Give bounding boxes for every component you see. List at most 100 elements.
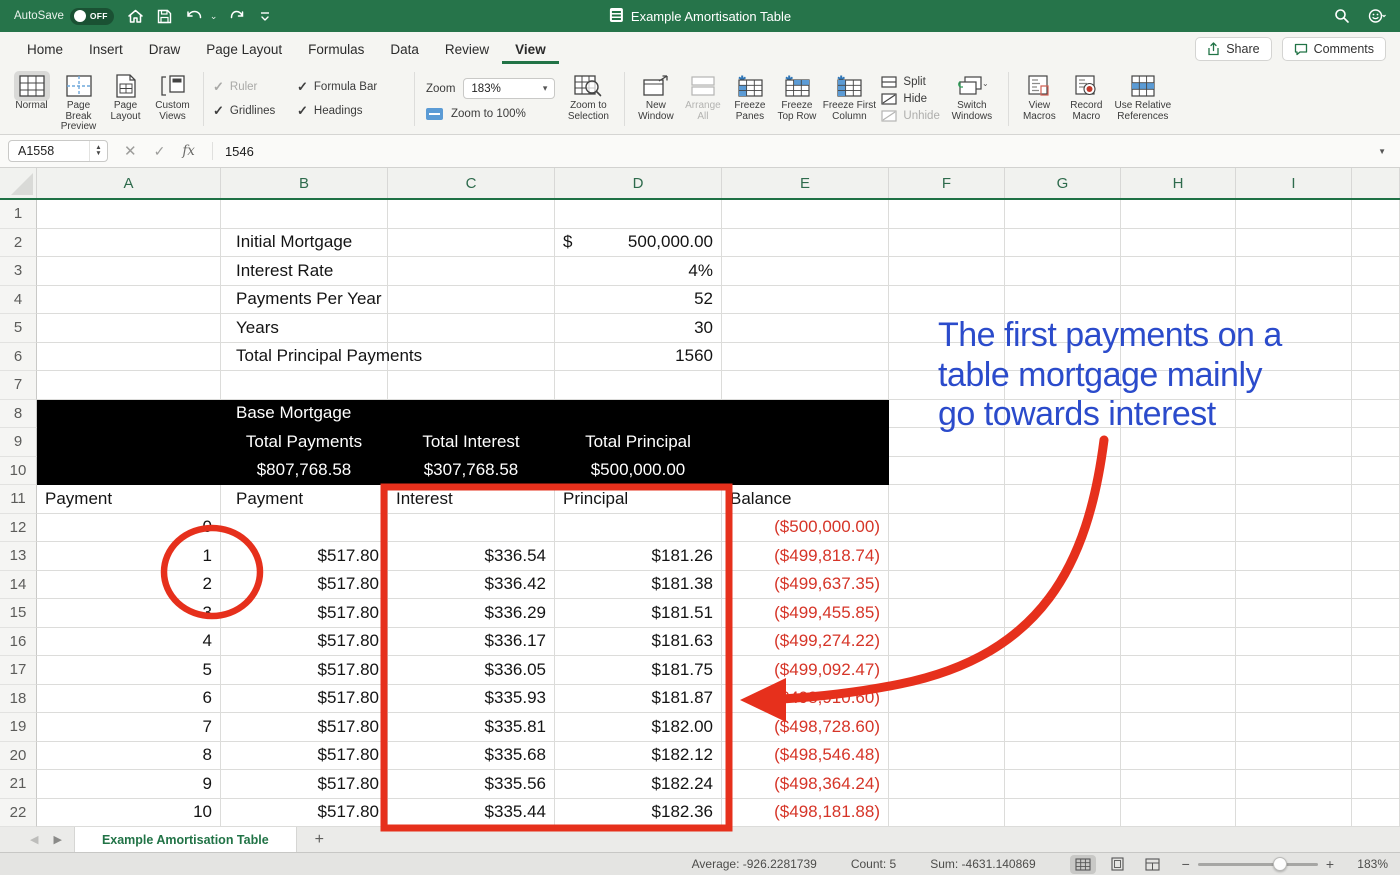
- cell-E20[interactable]: ($498,546.48): [722, 742, 889, 771]
- cell-J21[interactable]: [1352, 770, 1400, 799]
- cell-J5[interactable]: [1352, 314, 1400, 343]
- cell-C15[interactable]: $336.29: [388, 599, 555, 628]
- cell-H19[interactable]: [1121, 713, 1236, 742]
- zoom-in-icon[interactable]: +: [1326, 856, 1334, 872]
- cell-D21[interactable]: $182.24: [555, 770, 722, 799]
- cell-I2[interactable]: [1236, 229, 1352, 258]
- cell-J15[interactable]: [1352, 599, 1400, 628]
- cell-F22[interactable]: [889, 799, 1005, 828]
- cell-D14[interactable]: $181.38: [555, 571, 722, 600]
- cell-C18[interactable]: $335.93: [388, 685, 555, 714]
- col-header-I[interactable]: I: [1236, 168, 1352, 198]
- cell-D10[interactable]: $500,000.00: [555, 457, 722, 486]
- row-header-8[interactable]: 8: [0, 400, 37, 429]
- normal-view-button[interactable]: Normal: [8, 69, 55, 112]
- cell-F16[interactable]: [889, 628, 1005, 657]
- col-header-G[interactable]: G: [1005, 168, 1121, 198]
- row-header-12[interactable]: 12: [0, 514, 37, 543]
- cell-G2[interactable]: [1005, 229, 1121, 258]
- home-icon[interactable]: [127, 8, 144, 24]
- cell-E3[interactable]: [722, 257, 889, 286]
- cell-E11[interactable]: Balance: [722, 485, 889, 514]
- col-header-B[interactable]: B: [221, 168, 388, 198]
- col-header-E[interactable]: E: [722, 168, 889, 198]
- cell-A9[interactable]: [37, 428, 221, 457]
- cell-J10[interactable]: [1352, 457, 1400, 486]
- cell-A18[interactable]: 6: [37, 685, 221, 714]
- cell-I15[interactable]: [1236, 599, 1352, 628]
- cell-B18[interactable]: $517.80: [221, 685, 388, 714]
- cell-J20[interactable]: [1352, 742, 1400, 771]
- tab-home[interactable]: Home: [14, 34, 76, 64]
- new-window-button[interactable]: New Window: [632, 69, 679, 122]
- cell-I3[interactable]: [1236, 257, 1352, 286]
- row-header-20[interactable]: 20: [0, 742, 37, 771]
- row-header-2[interactable]: 2: [0, 229, 37, 258]
- undo-caret-icon[interactable]: ⌄: [210, 11, 218, 22]
- cell-D20[interactable]: $182.12: [555, 742, 722, 771]
- cell-F10[interactable]: [889, 457, 1005, 486]
- cell-E21[interactable]: ($498,364.24): [722, 770, 889, 799]
- insert-function-icon[interactable]: fx: [182, 143, 195, 159]
- cell-F3[interactable]: [889, 257, 1005, 286]
- search-icon[interactable]: [1334, 8, 1350, 24]
- tab-page-layout[interactable]: Page Layout: [193, 34, 295, 64]
- cell-I4[interactable]: [1236, 286, 1352, 315]
- ruler-checkbox[interactable]: ✓Ruler: [213, 75, 297, 99]
- cell-H3[interactable]: [1121, 257, 1236, 286]
- cell-C4[interactable]: [388, 286, 555, 315]
- row-header-7[interactable]: 7: [0, 371, 37, 400]
- page-break-status-icon[interactable]: [1140, 855, 1166, 874]
- cell-F2[interactable]: [889, 229, 1005, 258]
- cell-B19[interactable]: $517.80: [221, 713, 388, 742]
- cell-D19[interactable]: $182.00: [555, 713, 722, 742]
- row-header-3[interactable]: 3: [0, 257, 37, 286]
- cell-I18[interactable]: [1236, 685, 1352, 714]
- cell-D3[interactable]: 4%: [555, 257, 722, 286]
- cell-I13[interactable]: [1236, 542, 1352, 571]
- cell-A17[interactable]: 5: [37, 656, 221, 685]
- row-header-22[interactable]: 22: [0, 799, 37, 828]
- cell-E19[interactable]: ($498,728.60): [722, 713, 889, 742]
- cell-J19[interactable]: [1352, 713, 1400, 742]
- cell-H15[interactable]: [1121, 599, 1236, 628]
- cell-E1[interactable]: [722, 200, 889, 229]
- zoom-out-icon[interactable]: −: [1182, 856, 1190, 872]
- cell-H2[interactable]: [1121, 229, 1236, 258]
- cell-D22[interactable]: $182.36: [555, 799, 722, 828]
- cell-I12[interactable]: [1236, 514, 1352, 543]
- split-button[interactable]: Split: [881, 76, 939, 88]
- tab-formulas[interactable]: Formulas: [295, 34, 377, 64]
- cell-D2[interactable]: $500,000.00: [555, 229, 722, 258]
- cell-D4[interactable]: 52: [555, 286, 722, 315]
- cell-E18[interactable]: ($498,910.60): [722, 685, 889, 714]
- cell-F20[interactable]: [889, 742, 1005, 771]
- use-relative-references-button[interactable]: Use Relative References: [1110, 69, 1176, 122]
- cell-D16[interactable]: $181.63: [555, 628, 722, 657]
- cell-A11[interactable]: Payment: [37, 485, 221, 514]
- cell-A1[interactable]: [37, 200, 221, 229]
- cell-I20[interactable]: [1236, 742, 1352, 771]
- confirm-entry-icon[interactable]: ✓: [154, 143, 166, 160]
- cell-E4[interactable]: [722, 286, 889, 315]
- cell-H17[interactable]: [1121, 656, 1236, 685]
- cell-E16[interactable]: ($499,274.22): [722, 628, 889, 657]
- cell-I19[interactable]: [1236, 713, 1352, 742]
- cell-E12[interactable]: ($500,000.00): [722, 514, 889, 543]
- cell-C14[interactable]: $336.42: [388, 571, 555, 600]
- cell-F4[interactable]: [889, 286, 1005, 315]
- cell-E13[interactable]: ($499,818.74): [722, 542, 889, 571]
- cell-F15[interactable]: [889, 599, 1005, 628]
- cell-J22[interactable]: [1352, 799, 1400, 828]
- cell-E17[interactable]: ($499,092.47): [722, 656, 889, 685]
- switch-windows-button[interactable]: ⌄ Switch Windows: [943, 69, 1001, 122]
- cell-D6[interactable]: 1560: [555, 343, 722, 372]
- cell-A15[interactable]: 3: [37, 599, 221, 628]
- cell-E9[interactable]: [722, 428, 889, 457]
- undo-icon[interactable]: [185, 8, 203, 24]
- cell-E6[interactable]: [722, 343, 889, 372]
- record-macro-button[interactable]: Record Macro: [1063, 69, 1110, 122]
- select-all-corner[interactable]: [0, 168, 37, 198]
- cell-G19[interactable]: [1005, 713, 1121, 742]
- cell-H10[interactable]: [1121, 457, 1236, 486]
